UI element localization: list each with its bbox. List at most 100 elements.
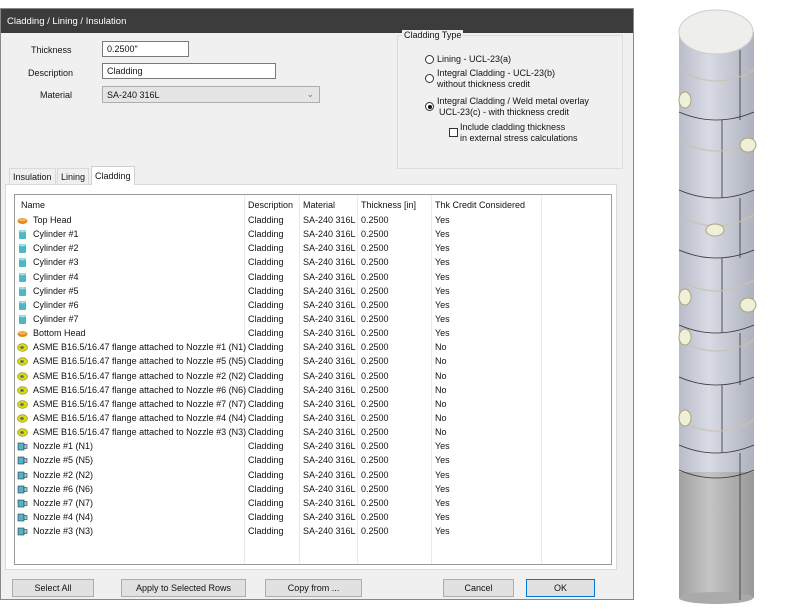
table-row[interactable]: ASME B16.5/16.47 flange attached to Nozz…	[15, 341, 545, 355]
ok-button[interactable]: OK	[526, 579, 595, 597]
cell-thickness: 0.2500	[361, 469, 389, 480]
table-row[interactable]: Top Head Cladding SA-240 316L 0.2500 Yes	[15, 214, 545, 228]
cell-name: ASME B16.5/16.47 flange attached to Nozz…	[33, 384, 247, 395]
cell-description: Cladding	[248, 215, 284, 225]
table-row[interactable]: ASME B16.5/16.47 flange attached to Nozz…	[15, 398, 545, 412]
cell-thk-credit: Yes	[435, 469, 450, 480]
flange-icon	[17, 343, 28, 352]
radio-lining[interactable]	[425, 55, 434, 64]
table-row[interactable]: Nozzle #3 (N3) Cladding SA-240 316L 0.2500 Y…	[15, 525, 545, 539]
cell-thickness: 0.2500	[361, 342, 389, 353]
cell-description: Cladding	[248, 384, 284, 395]
nozzle-icon	[17, 485, 28, 493]
cell-thickness: 0.2500	[361, 257, 389, 268]
cell-thickness: 0.2500	[361, 356, 389, 367]
cell-thickness: 0.2500	[361, 441, 389, 452]
dialog-title: Cladding / Lining / Insulation	[1, 9, 633, 33]
column-header-thickness[interactable]: Thickness [in]	[361, 200, 416, 210]
cell-description: Cladding	[248, 229, 284, 240]
cell-thickness: 0.2500	[361, 229, 389, 240]
thickness-label: Thickness	[31, 45, 72, 55]
cell-material: SA-240 316L	[303, 483, 356, 494]
cell-thickness: 0.2500	[361, 271, 389, 282]
table-row[interactable]: Cylinder #1 Cladding SA-240 316L 0.2500 Yes	[15, 228, 545, 242]
chevron-down-icon: ⌄	[306, 89, 314, 99]
cell-thickness: 0.2500	[361, 497, 389, 508]
cell-thickness: 0.2500	[361, 427, 389, 438]
cell-thickness: 0.2500	[361, 511, 389, 522]
cell-description: Cladding	[248, 356, 284, 367]
cylinder-icon	[19, 244, 26, 254]
table-row[interactable]: Cylinder #3 Cladding SA-240 316L 0.2500 Yes	[15, 256, 545, 270]
nozzle-icon	[17, 513, 28, 522]
table-row[interactable]: Nozzle #7 (N7) Cladding SA-240 316L 0.2500 Y…	[15, 497, 545, 511]
cell-name: ASME B16.5/16.47 flange attached to Nozz…	[33, 356, 247, 367]
column-header-description[interactable]: Description	[248, 200, 293, 210]
table-row[interactable]: Cylinder #5 Cladding SA-240 316L 0.2500 Yes	[15, 285, 545, 299]
cell-thickness: 0.2500	[361, 299, 389, 310]
table-row[interactable]: Cylinder #7 Cladding SA-240 316L 0.2500 Yes	[15, 313, 545, 327]
table-row[interactable]: ASME B16.5/16.47 flange attached to Nozz…	[15, 355, 545, 369]
table-row[interactable]: Bottom Head Cladding SA-240 316L 0.2500 Yes	[15, 327, 545, 341]
material-select[interactable]: SA-240 316L ⌄	[102, 86, 320, 103]
cell-name: Nozzle #7 (N7)	[33, 497, 94, 508]
cell-thickness: 0.2500	[361, 398, 389, 409]
cell-description: Cladding	[248, 342, 284, 353]
tab-cladding[interactable]: Cladding	[91, 166, 135, 185]
table-row[interactable]: Nozzle #6 (N6) Cladding SA-240 316L 0.2500 Y…	[15, 483, 545, 497]
cell-description: Cladding	[248, 483, 284, 494]
cylinder-icon	[19, 300, 26, 310]
column-header-material[interactable]: Material	[303, 200, 335, 210]
column-header-name[interactable]: Name	[21, 200, 45, 210]
table-row[interactable]: Cylinder #2 Cladding SA-240 316L 0.2500 Yes	[15, 242, 545, 256]
select-all-button[interactable]: Select All	[12, 579, 94, 597]
head-icon	[17, 218, 28, 224]
copy-from-button[interactable]: Copy from ...	[265, 579, 362, 597]
cell-description: Cladding	[248, 412, 284, 423]
thickness-input[interactable]: 0.2500"	[102, 41, 189, 57]
table-row[interactable]: Nozzle #4 (N4) Cladding SA-240 316L 0.2500 Y…	[15, 511, 545, 525]
radio-integral-no-credit[interactable]	[425, 74, 434, 83]
table-row[interactable]: Cylinder #4 Cladding SA-240 316L 0.2500 Yes	[15, 271, 545, 285]
nozzle-n7	[739, 297, 757, 313]
cell-description: Cladding	[248, 455, 284, 466]
cell-material: SA-240 316L	[303, 511, 356, 522]
apply-selected-rows-button[interactable]: Apply to Selected Rows	[121, 579, 246, 597]
tab-insulation[interactable]: Insulation	[9, 168, 56, 184]
radio-lining-label: Lining - UCL-23(a)	[437, 54, 512, 64]
cell-thk-credit: Yes	[435, 497, 450, 508]
cell-material: SA-240 316L	[303, 313, 356, 324]
table-row[interactable]: ASME B16.5/16.47 flange attached to Nozz…	[15, 370, 545, 384]
table-row[interactable]: ASME B16.5/16.47 flange attached to Nozz…	[15, 412, 545, 426]
cell-thickness: 0.2500	[361, 243, 389, 254]
tab-lining[interactable]: Lining	[57, 168, 90, 184]
description-input[interactable]: Cladding	[102, 63, 276, 79]
cell-description: Cladding	[248, 398, 284, 409]
radio-integral-credit[interactable]	[425, 102, 434, 111]
cell-material: SA-240 316L	[303, 356, 356, 367]
table-row[interactable]: Nozzle #2 (N2) Cladding SA-240 316L 0.2500 Y…	[15, 469, 545, 483]
cell-thk-credit: No	[435, 370, 447, 381]
cell-material: SA-240 316L	[303, 441, 356, 452]
cell-description: Cladding	[248, 427, 284, 438]
cell-name: Cylinder #1	[33, 229, 79, 240]
table-row[interactable]: ASME B16.5/16.47 flange attached to Nozz…	[15, 384, 545, 398]
cell-thk-credit: Yes	[435, 257, 450, 268]
cladding-table: Name Description Material Thickness [in]…	[14, 194, 612, 565]
table-row[interactable]: Nozzle #1 (N1) Cladding SA-240 316L 0.2500 Y…	[15, 440, 545, 454]
cell-material: SA-240 316L	[303, 455, 356, 466]
cell-thickness: 0.2500	[361, 285, 389, 296]
cell-thk-credit: Yes	[435, 455, 450, 466]
cell-description: Cladding	[248, 285, 284, 296]
cell-name: Nozzle #2 (N2)	[33, 469, 94, 480]
include-cladding-checkbox[interactable]	[449, 128, 458, 137]
nozzle-icon	[17, 499, 28, 508]
table-row[interactable]: Nozzle #5 (N5) Cladding SA-240 316L 0.2500 Y…	[15, 454, 545, 468]
column-header-thk-credit[interactable]: Thk Credit Considered	[435, 200, 525, 210]
cell-material: SA-240 316L	[303, 427, 356, 438]
table-row[interactable]: ASME B16.5/16.47 flange attached to Nozz…	[15, 426, 545, 440]
cancel-button[interactable]: Cancel	[443, 579, 514, 597]
cell-thickness: 0.2500	[361, 215, 389, 225]
cell-thk-credit: Yes	[435, 299, 450, 310]
table-row[interactable]: Cylinder #6 Cladding SA-240 316L 0.2500 Yes	[15, 299, 545, 313]
